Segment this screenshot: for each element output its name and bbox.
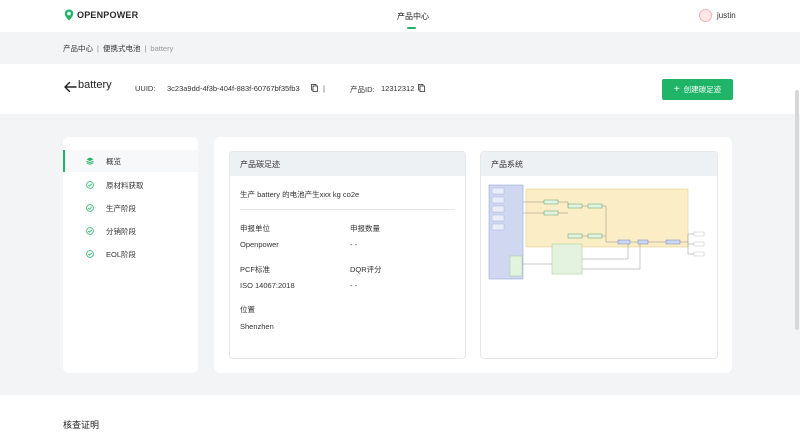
breadcrumb-item-product-center[interactable]: 产品中心 (63, 43, 93, 54)
page-scrollbar[interactable] (795, 90, 799, 330)
card-title: 产品系统 (481, 152, 717, 176)
field-label-declarant: 申报单位 (240, 224, 270, 233)
breadcrumb-item-category[interactable]: 便携式电池 (103, 43, 141, 54)
field-value-declarant: Openpower (240, 240, 279, 249)
field-value-dqr-score: - - (350, 281, 358, 290)
field-value-location: Shenzhen (240, 322, 274, 331)
product-id-value: 12312312 (381, 84, 415, 93)
brand-logo[interactable]: OPENPOWER (64, 9, 138, 21)
user-menu[interactable]: justin (699, 9, 736, 22)
verification-section: 核查证明 (0, 395, 800, 439)
plus-icon: + (673, 83, 680, 95)
user-name: justin (717, 11, 736, 20)
product-system-diagram[interactable] (488, 184, 712, 281)
divider (240, 209, 455, 210)
product-system-card: 产品系统 (480, 151, 718, 359)
create-carbon-footprint-button[interactable]: + 创建碳足迹 (662, 79, 733, 100)
back-arrow-icon[interactable] (63, 81, 77, 93)
field-label-dqr-score: DQR评分 (350, 265, 382, 274)
check-circle-icon (86, 181, 94, 189)
product-id-label: 产品ID: (350, 85, 375, 94)
sidebar-item-distribution[interactable]: 分销阶段 (63, 220, 198, 242)
uuid-label: UUID: (135, 84, 156, 93)
sidebar-item-eol[interactable]: EOL阶段 (63, 243, 198, 265)
brand-logo-text: OPENPOWER (77, 10, 139, 20)
sidebar-item-raw-material[interactable]: 原材料获取 (63, 174, 198, 196)
field-label-location: 位置 (240, 305, 255, 314)
check-circle-icon (86, 204, 94, 212)
breadcrumb-separator: | (97, 44, 99, 53)
verification-title: 核查证明 (63, 420, 100, 430)
field-label-pcf-standard: PCF标准 (240, 265, 270, 274)
nav-active-indicator (407, 27, 416, 29)
card-title: 产品碳足迹 (230, 152, 465, 176)
breadcrumb-separator: | (144, 44, 147, 53)
nav-product-center[interactable]: 产品中心 (397, 11, 429, 22)
check-circle-icon (86, 250, 94, 258)
sidebar-item-label: 分销阶段 (106, 226, 136, 236)
sidebar-item-production[interactable]: 生产阶段 (63, 197, 198, 219)
layers-icon (86, 157, 94, 165)
carbon-footprint-card: 产品碳足迹 生产 battery 的电池产生xxx kg co2e 申报单位 O… (229, 151, 466, 359)
breadcrumb: 产品中心 | 便携式电池 | battery (63, 43, 173, 54)
avatar (699, 9, 712, 22)
create-carbon-footprint-label: 创建碳足迹 (683, 85, 722, 94)
stage-sidebar: 概览 原材料获取 生产阶段 分销阶段 EOL阶段 (63, 137, 198, 373)
breadcrumb-item-current: battery (150, 44, 174, 53)
copy-product-id-icon[interactable] (418, 84, 425, 92)
logo-mark-icon (64, 9, 74, 21)
sidebar-item-label: 生产阶段 (106, 203, 136, 213)
carbon-footprint-description: 生产 battery 的电池产生xxx kg co2e (240, 190, 360, 199)
breadcrumb-band: 产品中心 | 便携式电池 | battery (0, 32, 800, 64)
product-header: battery UUID: 3c23a9dd-4f3b-404f-883f-60… (0, 64, 800, 114)
page-title: battery (78, 79, 112, 91)
sidebar-item-overview[interactable]: 概览 (63, 150, 198, 172)
header-separator: | (323, 84, 325, 93)
copy-uuid-icon[interactable] (311, 84, 318, 92)
field-value-quantity: - - (350, 240, 358, 249)
field-value-pcf-standard: ISO 14067:2018 (240, 281, 295, 290)
top-navigation-bar: OPENPOWER 产品中心 justin (0, 0, 800, 32)
uuid-value: 3c23a9dd-4f3b-404f-883f-60767bf35fb3 (167, 84, 300, 93)
field-label-quantity: 申报数量 (350, 224, 380, 233)
sidebar-item-label: 原材料获取 (106, 180, 144, 190)
sidebar-item-label: EOL阶段 (106, 249, 137, 259)
check-circle-icon (86, 227, 94, 235)
sidebar-item-label: 概览 (106, 156, 121, 166)
